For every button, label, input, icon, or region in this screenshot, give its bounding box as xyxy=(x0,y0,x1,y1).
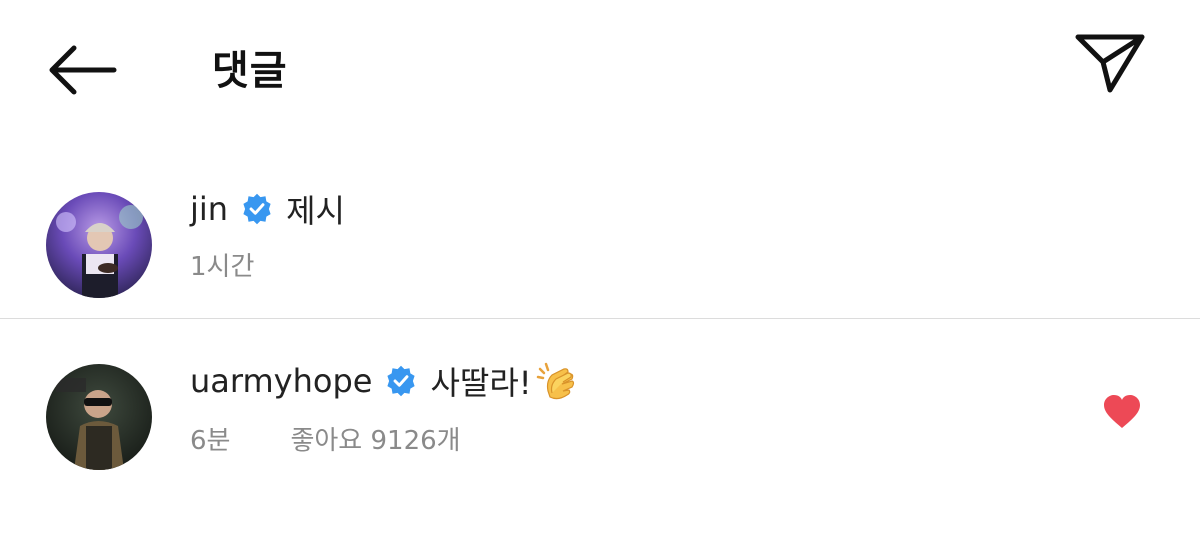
comment-time: 1시간 xyxy=(190,252,255,282)
clapping-hands-icon xyxy=(536,362,574,400)
paper-plane-icon[interactable] xyxy=(1070,30,1150,96)
comment-meta: 1시간 xyxy=(190,246,254,283)
divider xyxy=(0,318,1200,319)
comment-text: 사딸라! xyxy=(430,364,532,402)
heart-icon[interactable] xyxy=(1102,394,1142,430)
comment-header: jin 제시 xyxy=(190,186,345,232)
arrow-left-icon[interactable] xyxy=(44,40,120,100)
comment-item: jin 제시 1시간 xyxy=(0,180,1200,318)
comment-text: 제시 xyxy=(286,192,345,230)
verified-badge-icon xyxy=(243,193,271,225)
username[interactable]: uarmyhope xyxy=(190,362,372,400)
comment-time: 6분 xyxy=(190,426,231,456)
verified-badge-icon xyxy=(387,365,416,397)
likes-count[interactable]: 좋아요 9126개 xyxy=(290,420,460,457)
comment-header: uarmyhope 사딸라! xyxy=(190,358,580,404)
avatar[interactable] xyxy=(46,364,152,470)
comment-meta: 6분 좋아요 9126개 xyxy=(190,420,461,457)
comment-item: uarmyhope 사딸라! 6분 좋아요 9126개 xyxy=(0,350,1200,510)
page-title: 댓글 xyxy=(212,48,288,94)
username[interactable]: jin xyxy=(190,190,228,228)
top-bar: 댓글 xyxy=(0,0,1200,140)
avatar[interactable] xyxy=(46,192,152,298)
